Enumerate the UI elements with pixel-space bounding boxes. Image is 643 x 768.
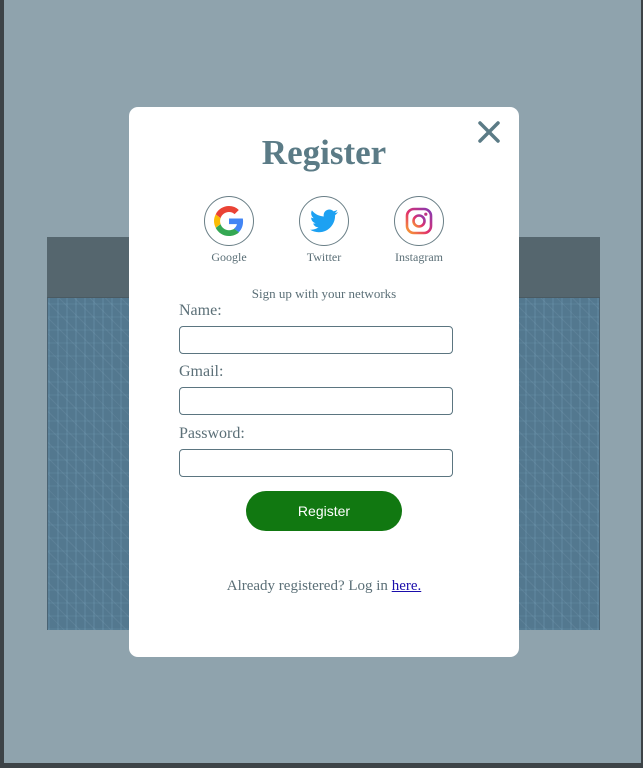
modal-title: Register: [261, 133, 387, 172]
twitter-icon: [310, 209, 338, 233]
instagram-label: Instagram: [395, 250, 443, 264]
password-label: Password:: [179, 425, 245, 442]
page: Register Google Twitter Instagram Sign u…: [0, 0, 643, 768]
gmail-label: Gmail:: [179, 363, 224, 380]
login-link[interactable]: here.: [392, 578, 422, 594]
social-google: Google: [189, 196, 269, 265]
social-instagram: Instagram: [379, 196, 459, 265]
google-button[interactable]: [204, 196, 254, 246]
register-button[interactable]: Register: [246, 491, 402, 531]
twitter-label: Twitter: [306, 250, 342, 264]
instagram-button[interactable]: [394, 196, 444, 246]
password-input[interactable]: [179, 449, 453, 477]
register-modal: Register Google Twitter Instagram Sign u…: [129, 107, 519, 657]
social-twitter: Twitter: [284, 196, 364, 265]
google-label: Google: [211, 250, 247, 264]
login-prompt: Already registered? Log in here.: [129, 578, 519, 595]
name-label: Name:: [179, 302, 222, 319]
login-prompt-text: Already registered? Log in: [226, 578, 392, 594]
gmail-input[interactable]: [179, 387, 453, 415]
name-input[interactable]: [179, 326, 453, 354]
google-icon: [214, 206, 244, 236]
instagram-icon: [405, 207, 433, 235]
networks-caption: Sign up with your networks: [251, 286, 397, 301]
twitter-button[interactable]: [299, 196, 349, 246]
